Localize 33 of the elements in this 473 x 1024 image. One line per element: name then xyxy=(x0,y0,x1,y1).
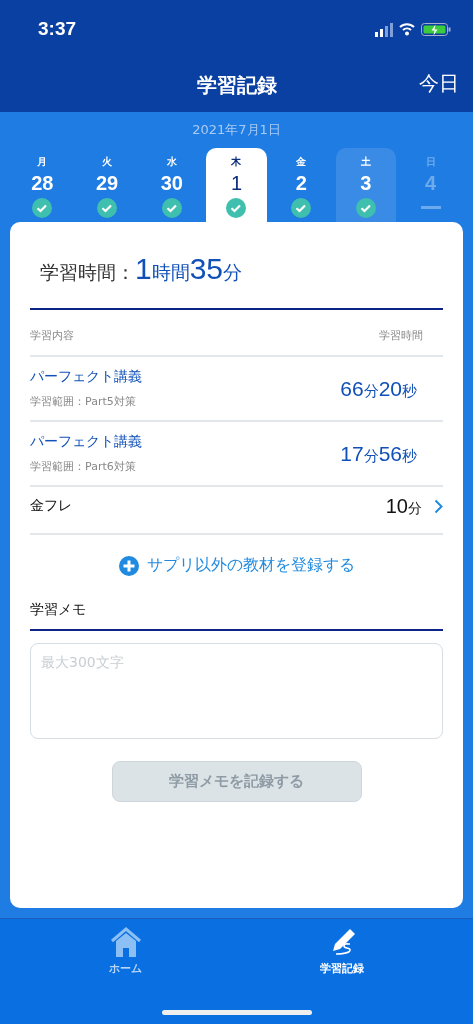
study-duration: 17分56秒 xyxy=(340,441,417,466)
day-tab[interactable]: 土 3 xyxy=(335,148,397,222)
home-icon xyxy=(109,927,142,957)
today-button[interactable]: 今日 xyxy=(419,70,459,97)
plus-icon xyxy=(118,555,139,576)
signal-icon xyxy=(375,21,393,37)
study-duration: 66分20秒 xyxy=(340,376,417,401)
material-row[interactable]: 金フレ 10分 xyxy=(30,487,443,535)
day-tab[interactable]: 木 1 xyxy=(206,148,267,222)
material-title: 金フレ xyxy=(30,497,72,515)
wifi-icon xyxy=(399,22,415,36)
status-time: 3:37 xyxy=(38,18,77,40)
day-tab[interactable]: 水 30 xyxy=(141,148,203,222)
memo-heading: 学習メモ xyxy=(30,601,86,617)
column-header: 学習内容 xyxy=(30,328,74,343)
tab-bar-item[interactable]: ホーム xyxy=(99,927,152,976)
total-time: 1時間35分 xyxy=(135,252,243,286)
battery-icon xyxy=(421,22,451,36)
chevron-right-icon xyxy=(434,499,443,514)
add-material-link[interactable]: サプリ以外の教材を登録する xyxy=(118,555,355,576)
total-label: 学習時間： xyxy=(40,260,135,285)
tab-bar-item[interactable]: 学習記録 xyxy=(310,927,374,976)
screen-title: 学習記録 xyxy=(196,71,277,99)
column-header: 学習時間 xyxy=(379,328,423,343)
lecture-range: 学習範囲：Part6対策 xyxy=(30,459,137,474)
lecture-range: 学習範囲：Part5対策 xyxy=(30,394,137,409)
day-tab[interactable]: 火 29 xyxy=(76,148,138,222)
lecture-title[interactable]: パーフェクト講義 xyxy=(30,368,142,386)
day-tab[interactable]: 月 28 xyxy=(12,148,73,222)
study-duration: 10分 xyxy=(385,495,422,518)
lecture-title[interactable]: パーフェクト講義 xyxy=(30,433,142,451)
day-tab[interactable]: 金 2 xyxy=(270,148,332,222)
date-label: 2021年7月1日 xyxy=(192,122,281,137)
